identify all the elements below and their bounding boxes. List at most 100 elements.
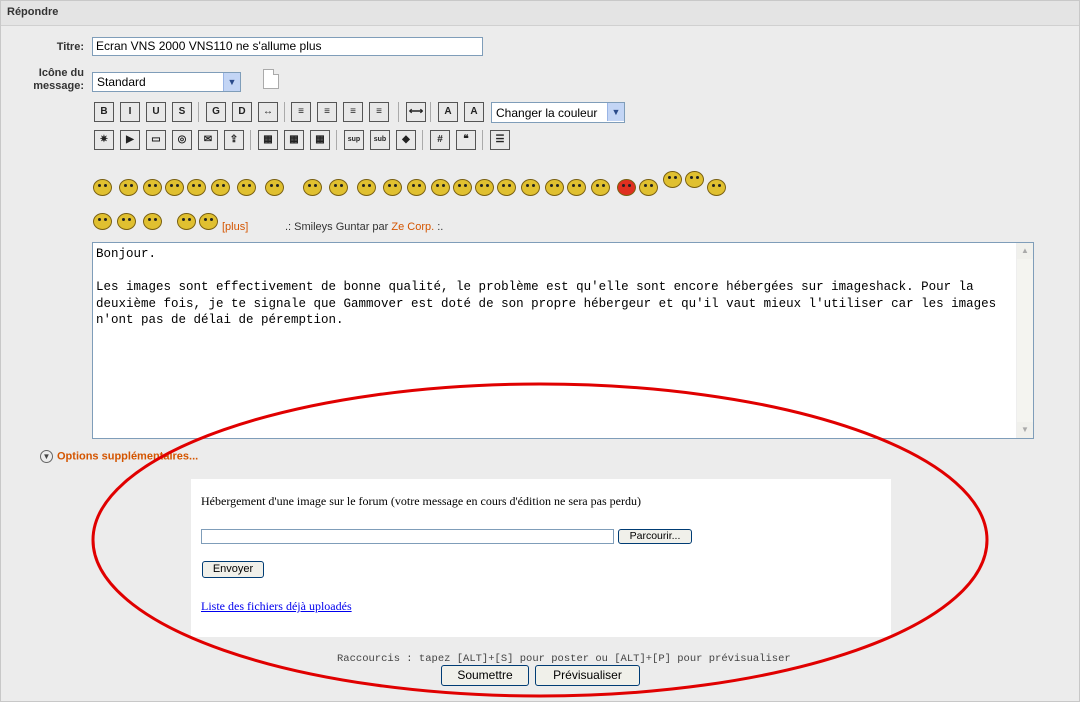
smiley-icon[interactable] — [187, 179, 206, 196]
more-options-toggle[interactable]: ▼ Options supplémentaires... — [40, 450, 198, 463]
smiley-icon[interactable] — [357, 179, 376, 196]
email-button[interactable]: ✉ — [198, 130, 218, 150]
code-button[interactable]: ◆ — [396, 130, 416, 150]
smiley-icon[interactable] — [383, 179, 402, 196]
table-button[interactable]: ▦ — [258, 130, 278, 150]
smiley-credit: .: Smileys Guntar par Ze Corp. :. — [285, 221, 443, 233]
title-label: Titre: — [56, 41, 84, 53]
smiley-icon[interactable] — [303, 179, 322, 196]
color-select-value: Changer la couleur — [496, 106, 598, 120]
smiley-icon[interactable] — [93, 213, 112, 230]
youtube-button[interactable]: ▶ — [120, 130, 140, 150]
more-smileys-link[interactable]: [plus] — [222, 221, 248, 233]
link-button[interactable]: ◎ — [172, 130, 192, 150]
smiley-icon[interactable] — [143, 179, 162, 196]
sub-button[interactable]: sub — [370, 130, 390, 150]
send-button[interactable]: Envoyer — [202, 561, 264, 578]
toolbar-separator — [198, 102, 199, 122]
credit-suffix: :. — [434, 221, 444, 233]
toolbar-separator — [422, 130, 423, 150]
toolbar-separator — [482, 130, 483, 150]
image-upload-box: Hébergement d'une image sur le forum (vo… — [191, 479, 891, 637]
smiley-icon[interactable] — [265, 179, 284, 196]
smiley-icon[interactable] — [329, 179, 348, 196]
textarea-scrollbar[interactable]: ▲ ▼ — [1016, 243, 1033, 438]
file-path-input[interactable] — [201, 529, 614, 544]
color-button[interactable]: A — [464, 102, 484, 122]
chevron-down-icon[interactable]: ▼ — [223, 73, 240, 91]
scroll-up-icon[interactable]: ▲ — [1017, 243, 1033, 259]
left-text-button[interactable]: ≡ — [291, 102, 311, 122]
upload-heading: Hébergement d'une image sur le forum (vo… — [201, 494, 641, 508]
image-button[interactable]: ▭ — [146, 130, 166, 150]
smiley-icon[interactable] — [475, 179, 494, 196]
browse-button[interactable]: Parcourir... — [618, 529, 692, 544]
smiley-icon[interactable] — [119, 179, 138, 196]
sup-button[interactable]: sup — [344, 130, 364, 150]
color-select[interactable]: Changer la couleur ▼ — [491, 102, 625, 123]
smiley-icon[interactable] — [407, 179, 426, 196]
credit-link[interactable]: Ze Corp. — [391, 221, 434, 233]
message-icon-select[interactable]: Standard ▼ — [92, 72, 241, 92]
toolbar-separator — [430, 102, 431, 122]
size-button[interactable]: A — [438, 102, 458, 122]
smiley-icon[interactable] — [453, 179, 472, 196]
credit-prefix: .: Smileys Guntar par — [285, 221, 392, 233]
smiley-icon[interactable] — [617, 179, 636, 196]
quote-button[interactable]: ❝ — [456, 130, 476, 150]
toolbar-separator — [336, 130, 337, 150]
table-row-button[interactable]: ▦ — [284, 130, 304, 150]
smiley-icon[interactable] — [211, 179, 230, 196]
smiley-icon[interactable] — [165, 179, 184, 196]
justify-button[interactable]: ↔ — [258, 102, 278, 122]
underline-button[interactable]: U — [146, 102, 166, 122]
table-col-button[interactable]: ▦ — [310, 130, 330, 150]
align-left-button[interactable]: G — [206, 102, 226, 122]
list-button[interactable]: ☰ — [490, 130, 510, 150]
smiley-icon[interactable] — [545, 179, 564, 196]
panel-header: Répondre — [1, 1, 1079, 26]
smiley-icon[interactable] — [663, 171, 682, 188]
message-textarea[interactable]: Bonjour. Les images sont effectivement d… — [92, 242, 1034, 439]
smiley-icon[interactable] — [93, 179, 112, 196]
smiley-icon[interactable] — [685, 171, 704, 188]
strike-button[interactable]: S — [172, 102, 192, 122]
hash-button[interactable]: # — [430, 130, 450, 150]
title-input[interactable]: Ecran VNS 2000 VNS110 ne s'allume plus — [92, 37, 483, 56]
more-options-label: Options supplémentaires... — [57, 450, 199, 463]
smiley-icon[interactable] — [707, 179, 726, 196]
document-icon — [263, 69, 279, 89]
smiley-icon[interactable] — [497, 179, 516, 196]
submit-button[interactable]: Soumettre — [441, 665, 529, 686]
hr-button[interactable]: ⟷ — [406, 102, 426, 122]
right-text-button[interactable]: ≡ — [317, 102, 337, 122]
smiley-icon[interactable] — [639, 179, 658, 196]
smiley-icon[interactable] — [431, 179, 450, 196]
smiley-icon[interactable] — [521, 179, 540, 196]
align-right-button[interactable]: D — [232, 102, 252, 122]
flash-button[interactable]: ✷ — [94, 130, 114, 150]
expand-circle-icon: ▼ — [40, 450, 53, 463]
smiley-icon[interactable] — [117, 213, 136, 230]
upload-button[interactable]: ⇪ — [224, 130, 244, 150]
icon-label-line2: message: — [33, 80, 84, 92]
preview-button[interactable]: Prévisualiser — [535, 665, 640, 686]
bold-button[interactable]: B — [94, 102, 114, 122]
uploaded-files-link[interactable]: Liste des fichiers déjà uploadés — [201, 599, 352, 614]
italic-button[interactable]: I — [120, 102, 140, 122]
smiley-icon[interactable] — [591, 179, 610, 196]
panel-title: Répondre — [7, 6, 59, 18]
smiley-icon[interactable] — [199, 213, 218, 230]
scroll-down-icon[interactable]: ▼ — [1017, 422, 1033, 438]
message-body: Bonjour. Les images sont effectivement d… — [96, 247, 997, 327]
center-text-button[interactable]: ≡ — [343, 102, 363, 122]
smiley-icon[interactable] — [567, 179, 586, 196]
smiley-icon[interactable] — [237, 179, 256, 196]
toolbar-separator — [398, 102, 399, 122]
full-text-button[interactable]: ≡ — [369, 102, 389, 122]
chevron-down-icon[interactable]: ▼ — [607, 103, 624, 121]
smiley-icon[interactable] — [143, 213, 162, 230]
smiley-icon[interactable] — [177, 213, 196, 230]
message-icon-value: Standard — [97, 75, 146, 89]
toolbar-separator — [284, 102, 285, 122]
